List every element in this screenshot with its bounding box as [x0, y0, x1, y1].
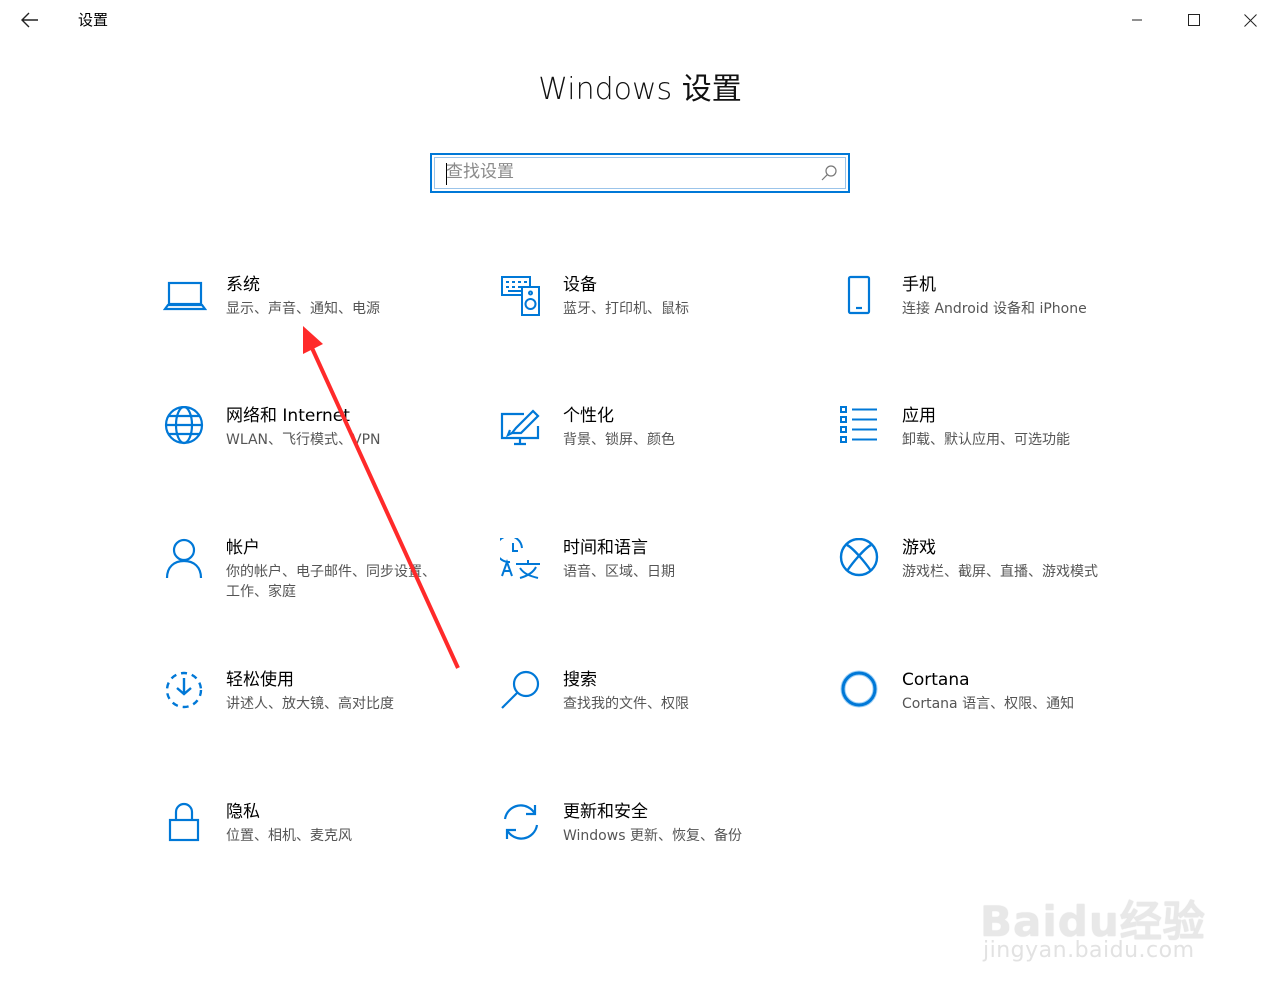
- tile-network[interactable]: 网络和 Internet WLAN、飞行模式、VPN: [163, 405, 463, 496]
- watermark-url: jingyan.baidu.com: [983, 938, 1195, 963]
- window-title: 设置: [78, 11, 109, 29]
- close-icon: [1243, 13, 1257, 27]
- lock-icon: [163, 802, 207, 846]
- watermark: Baidu经验 jingyan.baidu.com: [980, 858, 1210, 978]
- tile-cortana[interactable]: Cortana Cortana 语言、权限、通知: [839, 670, 1139, 760]
- tile-search[interactable]: 搜索 查找我的文件、权限: [500, 670, 800, 760]
- tile-description: 显示、声音、通知、电源: [226, 301, 380, 317]
- tile-update-security[interactable]: 更新和安全 Windows 更新、恢复、备份: [500, 802, 800, 892]
- tile-title: 游戏: [902, 538, 936, 558]
- tile-system[interactable]: 系统 显示、声音、通知、电源: [162, 275, 463, 365]
- personalization-icon: [500, 406, 544, 450]
- tile-time-language[interactable]: 时间和语言 语音、区域、日期: [495, 535, 800, 628]
- tile-title: 轻松使用: [226, 670, 294, 690]
- tile-title: 隐私: [226, 802, 260, 822]
- title-bar: 设置: [0, 0, 1280, 40]
- back-button[interactable]: [14, 6, 46, 34]
- tile-title: 帐户: [226, 538, 260, 558]
- maximize-icon: [1188, 14, 1200, 26]
- ease-of-access-icon: [163, 670, 207, 714]
- tile-description: 游戏栏、截屏、直播、游戏模式: [902, 564, 1098, 580]
- tile-description: WLAN、飞行模式、VPN: [226, 432, 381, 448]
- tile-apps[interactable]: 应用 卸载、默认应用、可选功能: [839, 406, 1139, 496]
- tile-description: Windows 更新、恢复、备份: [563, 828, 742, 844]
- tile-description: Cortana 语言、权限、通知: [902, 696, 1075, 712]
- tile-title: 更新和安全: [563, 802, 648, 822]
- tile-title: 手机: [902, 275, 936, 295]
- time-language-icon: [495, 535, 544, 582]
- search-box[interactable]: [430, 153, 850, 193]
- person-icon: [163, 538, 207, 582]
- update-icon: [500, 802, 544, 846]
- tile-title: 应用: [902, 406, 936, 426]
- tile-description: 查找我的文件、权限: [563, 696, 689, 712]
- maximize-button[interactable]: [1166, 0, 1222, 40]
- apps-list-icon: [839, 406, 883, 450]
- tile-title: Cortana: [902, 670, 970, 690]
- tile-title: 时间和语言: [563, 538, 648, 558]
- tile-title: 系统: [226, 275, 260, 295]
- tile-title: 个性化: [563, 406, 614, 426]
- tile-accounts[interactable]: 帐户 你的帐户、电子邮件、同步设置、工作、家庭: [163, 538, 463, 628]
- close-button[interactable]: [1222, 0, 1278, 40]
- tile-title: 设备: [563, 275, 597, 295]
- tile-ease-of-access[interactable]: 轻松使用 讲述人、放大镜、高对比度: [163, 670, 463, 760]
- tile-description: 连接 Android 设备和 iPhone: [902, 301, 1087, 317]
- tile-description: 语音、区域、日期: [563, 564, 675, 580]
- tile-title: 搜索: [563, 670, 597, 690]
- magnifier-icon: [500, 670, 544, 714]
- tile-privacy[interactable]: 隐私 位置、相机、麦克风: [163, 802, 463, 892]
- minimize-button[interactable]: [1109, 0, 1165, 40]
- xbox-icon: [839, 537, 883, 582]
- back-arrow-icon: [21, 12, 38, 28]
- search-input[interactable]: [446, 158, 806, 186]
- tile-devices[interactable]: 设备 蓝牙、打印机、鼠标: [500, 275, 800, 365]
- tile-description: 讲述人、放大镜、高对比度: [226, 696, 394, 712]
- tile-description: 位置、相机、麦克风: [226, 828, 352, 844]
- tile-description: 背景、锁屏、颜色: [563, 432, 675, 448]
- laptop-icon: [162, 275, 208, 319]
- devices-icon: [500, 275, 544, 319]
- tile-phone[interactable]: 手机 连接 Android 设备和 iPhone: [839, 275, 1139, 365]
- tile-description: 你的帐户、电子邮件、同步设置、工作、家庭: [226, 564, 436, 600]
- search-icon[interactable]: [820, 164, 838, 182]
- phone-icon: [839, 275, 883, 319]
- tile-title: 网络和 Internet: [226, 406, 350, 426]
- tile-description: 卸载、默认应用、可选功能: [902, 432, 1070, 448]
- globe-icon: [163, 405, 207, 450]
- cortana-icon: [839, 670, 883, 714]
- page-title: Windows 设置: [538, 72, 742, 107]
- tile-description: 蓝牙、打印机、鼠标: [563, 301, 689, 317]
- tile-personalization[interactable]: 个性化 背景、锁屏、颜色: [500, 406, 800, 496]
- minimize-icon: [1132, 19, 1142, 21]
- tile-gaming[interactable]: 游戏 游戏栏、截屏、直播、游戏模式: [839, 537, 1139, 628]
